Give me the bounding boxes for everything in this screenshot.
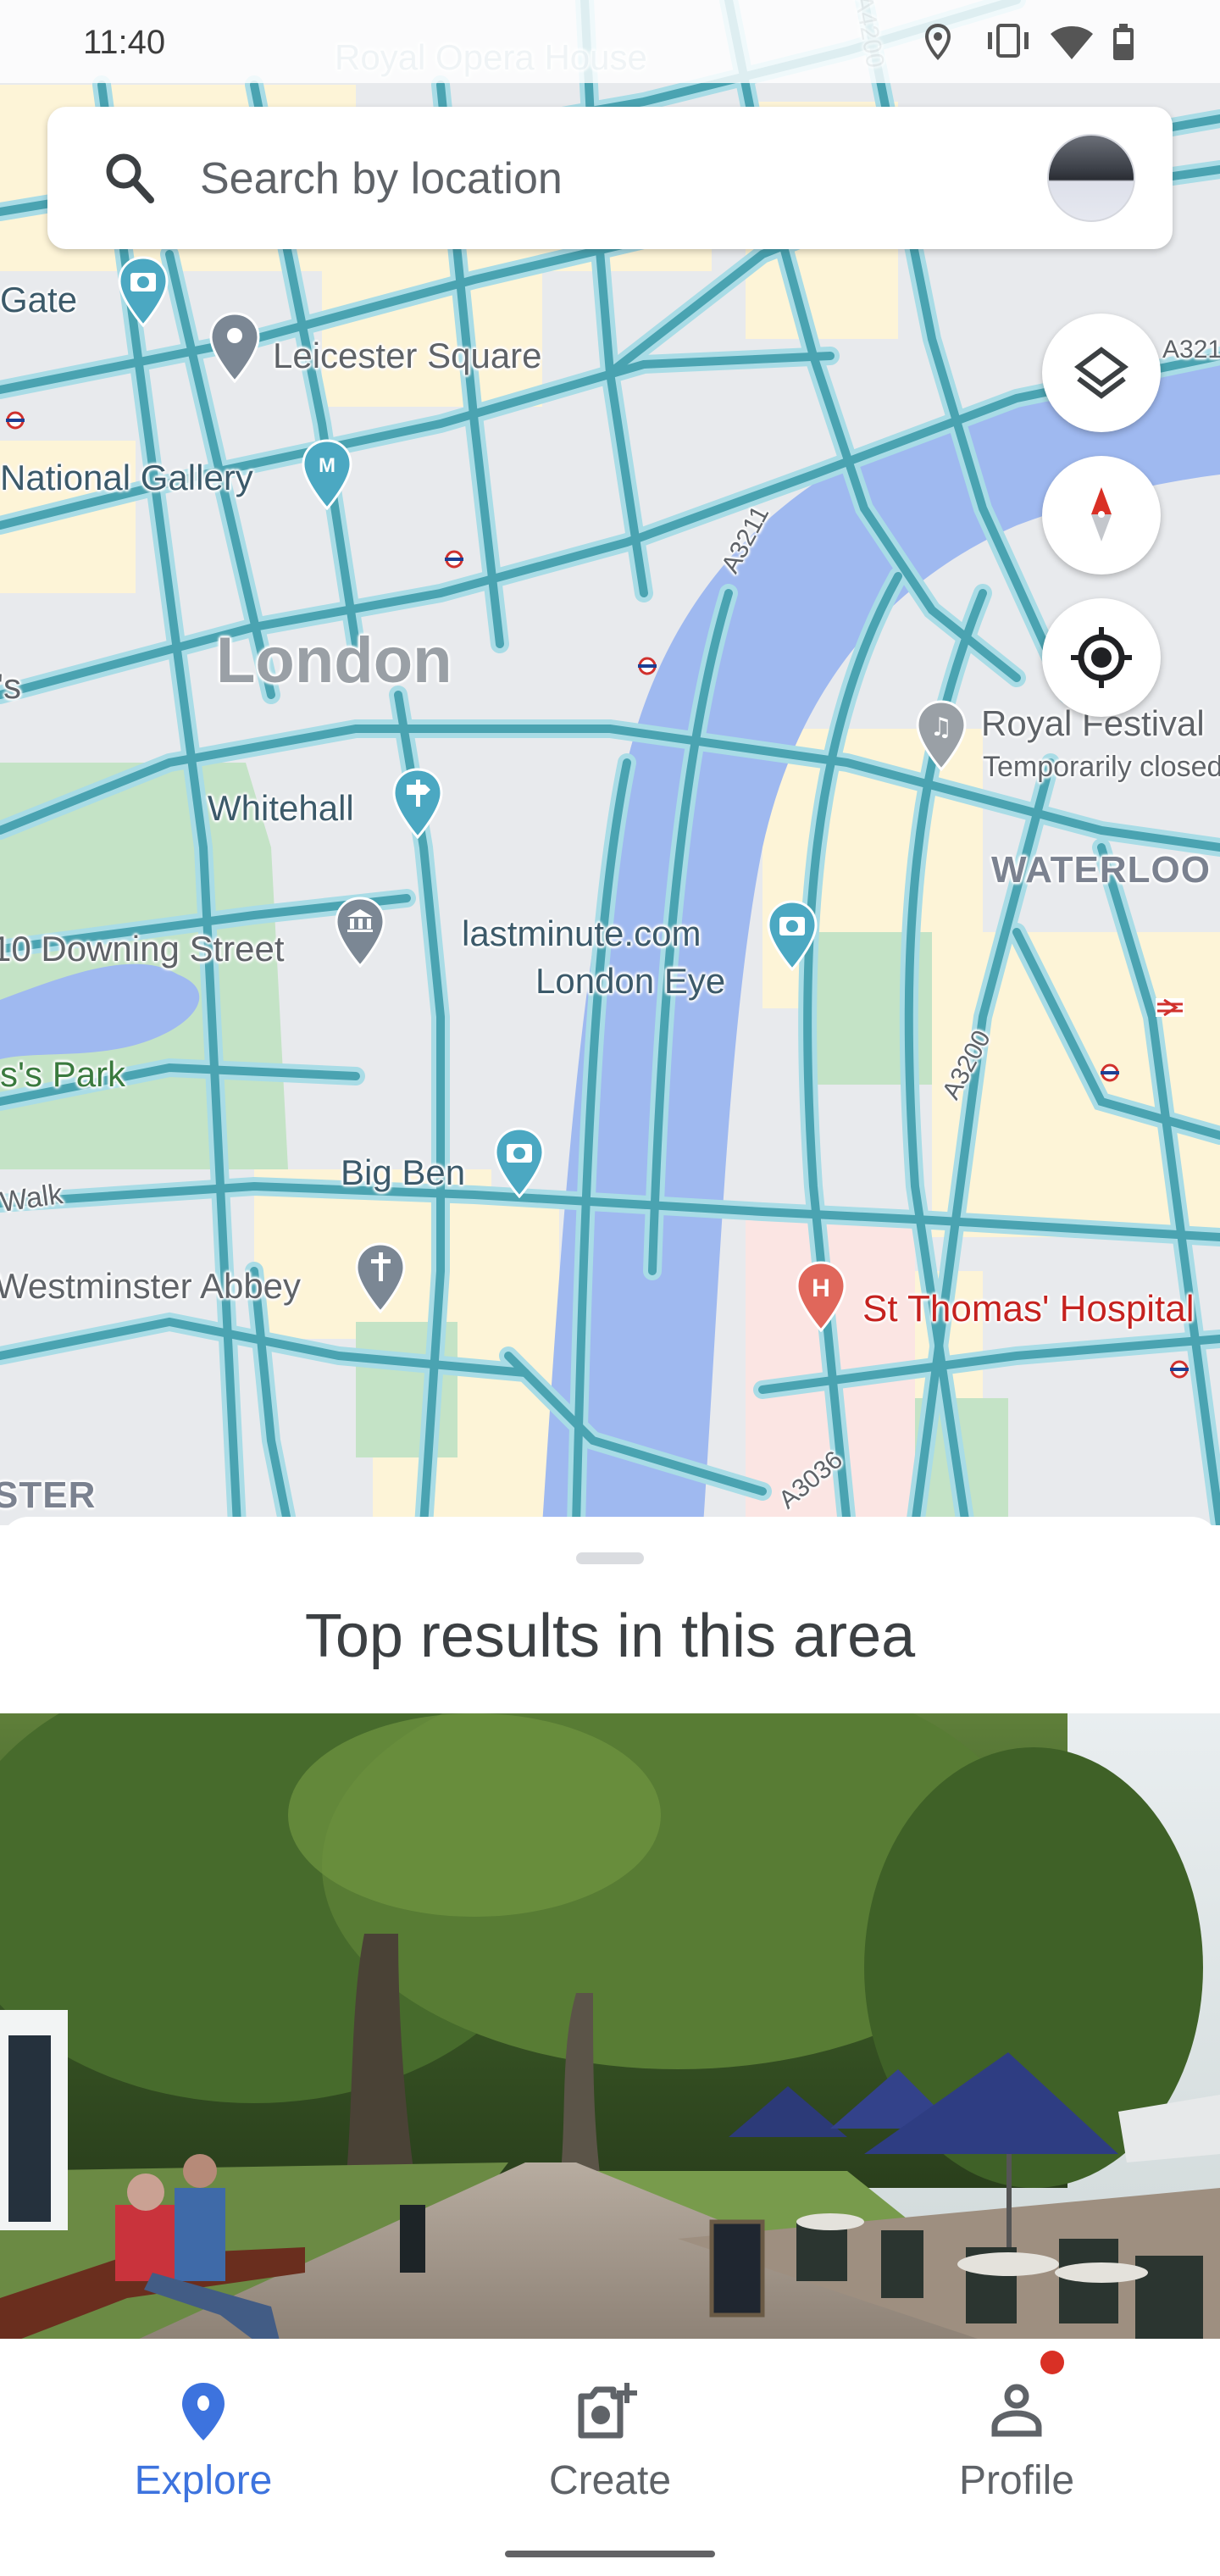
map-label-big-ben[interactable]: Big Ben <box>341 1152 465 1193</box>
search-bar[interactable] <box>47 107 1173 249</box>
svg-text:♫: ♫ <box>930 713 953 742</box>
svg-text:H: H <box>812 1274 830 1302</box>
battery-icon <box>1113 24 1134 60</box>
map-label-london-eye-line1[interactable]: lastminute.com <box>462 913 701 954</box>
map-label-road-a321: A321 <box>1162 336 1220 364</box>
pin-big-ben-photo[interactable] <box>493 1127 546 1199</box>
vibrate-icon <box>988 24 1029 58</box>
add-photo-icon <box>578 2383 637 2439</box>
search-input[interactable] <box>200 141 979 217</box>
national-rail-icon[interactable] <box>1156 998 1184 1017</box>
map-label-westminster-abbey[interactable]: Westminster Abbey <box>0 1266 301 1307</box>
map-label-whitehall[interactable]: Whitehall <box>208 788 354 829</box>
status-bar: 11:40 <box>0 0 1220 83</box>
my-location-button[interactable] <box>1042 598 1161 717</box>
sheet-title: Top results in this area <box>304 1602 916 1670</box>
compass-button[interactable] <box>1042 456 1161 575</box>
map-label-leicester-square[interactable]: Leicester Square <box>273 336 542 376</box>
road-casing <box>575 0 653 602</box>
map-label-st-thomas-hospital[interactable]: St Thomas' Hospital <box>862 1288 1195 1330</box>
drag-handle[interactable] <box>576 1552 644 1564</box>
map-label-fragment: 's <box>0 666 22 706</box>
pin-london-eye-photo[interactable] <box>766 900 818 972</box>
pin-downing-street-government[interactable] <box>334 897 386 969</box>
pin-westminster-abbey-church[interactable] <box>354 1242 407 1314</box>
tube-station-icon[interactable] <box>5 410 25 430</box>
bottom-navigation: Explore Create Profile <box>0 2339 1220 2576</box>
layers-button[interactable] <box>1042 314 1161 432</box>
result-photo-card[interactable] <box>0 1713 1220 2340</box>
profile-notification-badge <box>1040 2351 1064 2374</box>
account-avatar[interactable] <box>1047 134 1135 222</box>
map-label-gate[interactable]: Gate <box>0 280 77 320</box>
status-time: 11:40 <box>83 24 166 61</box>
pin-photo-spot-gate[interactable] <box>117 256 169 328</box>
pin-whitehall-signpost[interactable] <box>391 768 444 840</box>
pin-royal-festival-hall-music[interactable]: ♫ <box>915 700 968 772</box>
tube-station-icon[interactable] <box>637 656 657 676</box>
person-icon <box>991 2384 1042 2437</box>
nav-tab-create[interactable]: Create <box>407 2339 813 2534</box>
nav-label-profile: Profile <box>958 2458 1075 2503</box>
nav-label-explore: Explore <box>134 2458 273 2503</box>
nav-label-create: Create <box>548 2458 672 2503</box>
tube-station-icon[interactable] <box>1100 1063 1120 1083</box>
location-icon <box>925 24 951 60</box>
map-label-westminster-district: STER <box>0 1474 97 1516</box>
tube-station-icon[interactable] <box>1169 1359 1190 1380</box>
map-label-london: London <box>216 625 452 697</box>
map-pin-icon <box>182 2383 225 2440</box>
street-view-photo <box>0 1713 1220 2340</box>
map-label-london-eye-line2[interactable]: London Eye <box>535 961 725 1002</box>
map-label-waterloo: WATERLOO <box>991 849 1211 891</box>
map-label-royal-festival-status: Temporarily closed <box>983 751 1220 783</box>
pin-st-thomas-hospital[interactable]: H <box>795 1261 847 1333</box>
nav-tab-profile[interactable]: Profile <box>813 2339 1220 2534</box>
home-indicator[interactable] <box>505 2551 715 2557</box>
my-location-icon <box>1071 627 1132 688</box>
search-icon[interactable] <box>102 149 159 207</box>
compass-icon <box>1091 487 1112 541</box>
map-label-downing-street[interactable]: 10 Downing Street <box>0 929 285 969</box>
map-label-national-gallery[interactable]: National Gallery <box>0 458 253 498</box>
map-label-park[interactable]: s's Park <box>0 1054 125 1095</box>
pin-national-gallery-museum[interactable]: M <box>301 439 353 511</box>
layers-icon <box>1073 347 1129 399</box>
pin-leicester-square[interactable] <box>208 312 261 384</box>
wifi-icon <box>1051 26 1093 59</box>
svg-text:M: M <box>319 454 336 477</box>
nav-tab-explore[interactable]: Explore <box>0 2339 407 2534</box>
tube-station-icon[interactable] <box>444 549 464 569</box>
